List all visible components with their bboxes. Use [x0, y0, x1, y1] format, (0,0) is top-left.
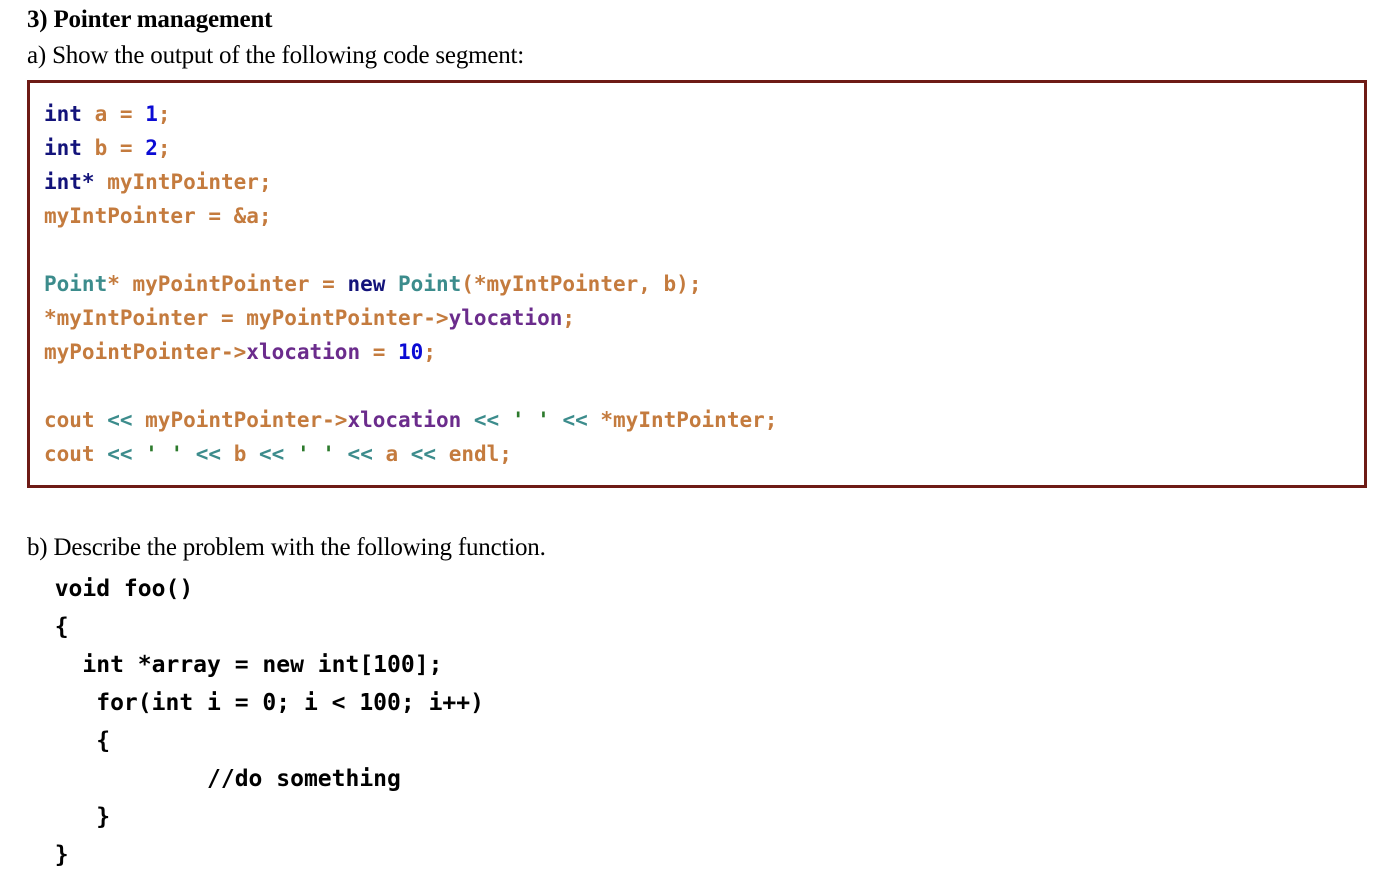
- code-block-a-frame: int a = 1; int b = 2; int* myIntPointer; my…: [27, 80, 1367, 488]
- code-token: new: [347, 272, 386, 296]
- code-token: * myPointPointer =: [107, 272, 348, 296]
- page-title: 3) Pointer management: [27, 6, 273, 33]
- code-token: xlocation: [246, 340, 361, 364]
- code-token: ' ': [296, 442, 335, 466]
- code-line: *myIntPointer = myPointPointer->ylocatio…: [44, 301, 1364, 335]
- code-token: ;: [562, 306, 576, 330]
- code-block-b: void foo() { int *array = new int[100]; …: [27, 570, 484, 874]
- code-token: <<: [347, 442, 373, 466]
- code-token: =: [119, 136, 133, 160]
- code-token: ' ': [145, 442, 184, 466]
- code-line: Point* myPointPointer = new Point(*myInt…: [44, 267, 1364, 301]
- code-token: b: [94, 136, 108, 160]
- code-token: myIntPointer = &a;: [44, 204, 272, 228]
- code-line: }: [27, 842, 69, 868]
- part-b-prompt: b) Describe the problem with the followi…: [27, 534, 546, 561]
- code-token: <<: [259, 442, 285, 466]
- code-token: ;: [157, 102, 171, 126]
- code-token: int: [44, 136, 82, 160]
- code-line: //do something: [27, 766, 401, 792]
- code-token: endl;: [436, 442, 512, 466]
- code-token: Point: [398, 272, 462, 296]
- code-line: {: [27, 728, 111, 754]
- code-token: xlocation: [347, 408, 462, 432]
- code-token: a: [372, 442, 411, 466]
- code-token: ;: [423, 340, 436, 364]
- code-token: myPointPointer->: [132, 408, 348, 432]
- code-token: 10: [398, 340, 424, 364]
- code-line: int a = 1;: [44, 97, 1364, 131]
- code-token: 2: [145, 136, 158, 160]
- code-line: void foo(): [27, 576, 194, 602]
- code-token: b: [221, 442, 259, 466]
- code-token: (*myIntPointer, b);: [461, 272, 702, 296]
- code-token: <<: [473, 408, 500, 432]
- code-token: <<: [562, 408, 588, 432]
- code-token: *myIntPointer;: [587, 408, 778, 432]
- code-token: ylocation: [448, 306, 563, 330]
- code-token: a: [94, 102, 108, 126]
- code-token: *myIntPointer = myPointPointer->: [44, 306, 449, 330]
- code-token: 1: [145, 102, 158, 126]
- code-token: myIntPointer;: [107, 170, 272, 194]
- code-line: cout << ' ' << b << ' ' << a << endl;: [44, 437, 1364, 471]
- code-token: myPointPointer->: [44, 340, 247, 364]
- code-token: Point: [44, 272, 108, 296]
- code-line: {: [27, 614, 69, 640]
- code-token: ;: [157, 136, 171, 160]
- code-block-a: int a = 1; int b = 2; int* myIntPointer; my…: [30, 83, 1364, 471]
- code-line: }: [27, 804, 111, 830]
- code-token: cout: [44, 408, 108, 432]
- code-token: ' ': [511, 408, 550, 432]
- worksheet-page: 3) Pointer management a) Show the output…: [0, 0, 1386, 896]
- part-a-prompt: a) Show the output of the following code…: [27, 42, 525, 69]
- code-line: for(int i = 0; i < 100; i++): [27, 690, 484, 716]
- code-token: =: [360, 340, 399, 364]
- code-token: <<: [107, 408, 133, 432]
- code-line: cout << myPointPointer->xlocation << ' '…: [44, 403, 1364, 437]
- code-token: <<: [410, 442, 437, 466]
- code-line: myPointPointer->xlocation = 10;: [44, 335, 1364, 369]
- code-token: int*: [44, 170, 95, 194]
- code-line: myIntPointer = &a;: [44, 199, 1364, 233]
- code-token: <<: [195, 442, 222, 466]
- code-token: int: [44, 102, 82, 126]
- code-token: cout: [44, 442, 108, 466]
- code-line: int b = 2;: [44, 131, 1364, 165]
- code-line: int* myIntPointer;: [44, 165, 1364, 199]
- code-token: =: [119, 102, 133, 126]
- code-line: int *array = new int[100];: [27, 652, 443, 678]
- code-token: <<: [107, 442, 133, 466]
